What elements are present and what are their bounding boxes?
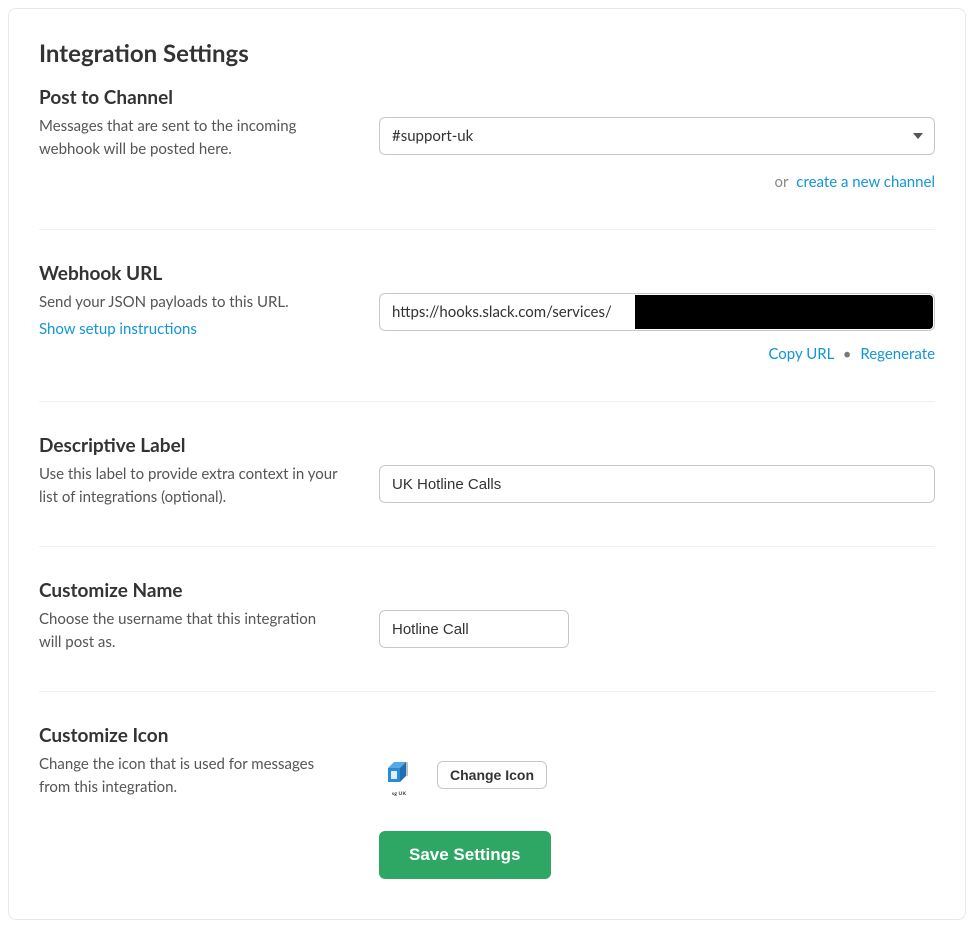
customize-name-input[interactable] <box>379 610 569 648</box>
icon-caption: sg UK <box>392 791 406 797</box>
webhook-url-redaction <box>635 295 933 329</box>
customize-icon-section: Customize Icon Change the icon that is u… <box>39 724 935 879</box>
change-icon-button[interactable]: Change Icon <box>437 761 547 789</box>
webhook-url-description: Send your JSON payloads to this URL. <box>39 291 339 314</box>
separator-dot: • <box>843 345 852 363</box>
descriptive-label-description: Use this label to provide extra context … <box>39 463 339 508</box>
create-channel-link[interactable]: create a new channel <box>796 173 935 191</box>
show-setup-instructions-link[interactable]: Show setup instructions <box>39 318 197 341</box>
integration-settings-card: Integration Settings Post to Channel Mes… <box>8 8 966 920</box>
webhook-url-field-wrap <box>379 293 935 331</box>
create-channel-helper: or create a new channel <box>379 173 935 191</box>
customize-name-description: Choose the username that this integratio… <box>39 608 339 653</box>
post-to-channel-heading: Post to Channel <box>39 86 935 109</box>
save-settings-button[interactable]: Save Settings <box>379 831 551 879</box>
webhook-url-heading: Webhook URL <box>39 262 935 285</box>
customize-icon-description: Change the icon that is used for message… <box>39 753 339 798</box>
regenerate-link[interactable]: Regenerate <box>860 345 935 363</box>
integration-icon-preview: sg UK <box>379 755 419 795</box>
post-to-channel-section: Post to Channel Messages that are sent t… <box>39 86 935 230</box>
customize-name-section: Customize Name Choose the username that … <box>39 579 935 692</box>
descriptive-label-heading: Descriptive Label <box>39 434 935 457</box>
descriptive-label-section: Descriptive Label Use this label to prov… <box>39 434 935 547</box>
customize-name-heading: Customize Name <box>39 579 935 602</box>
channel-select-value: #support-uk <box>379 117 935 155</box>
post-to-channel-description: Messages that are sent to the incoming w… <box>39 115 339 160</box>
channel-select[interactable]: #support-uk <box>379 117 935 155</box>
descriptive-label-input[interactable] <box>379 465 935 503</box>
page-title: Integration Settings <box>39 39 935 68</box>
or-text: or <box>774 173 788 191</box>
webhook-url-section: Webhook URL Send your JSON payloads to t… <box>39 262 935 402</box>
customize-icon-heading: Customize Icon <box>39 724 935 747</box>
copy-url-link[interactable]: Copy URL <box>768 345 833 363</box>
